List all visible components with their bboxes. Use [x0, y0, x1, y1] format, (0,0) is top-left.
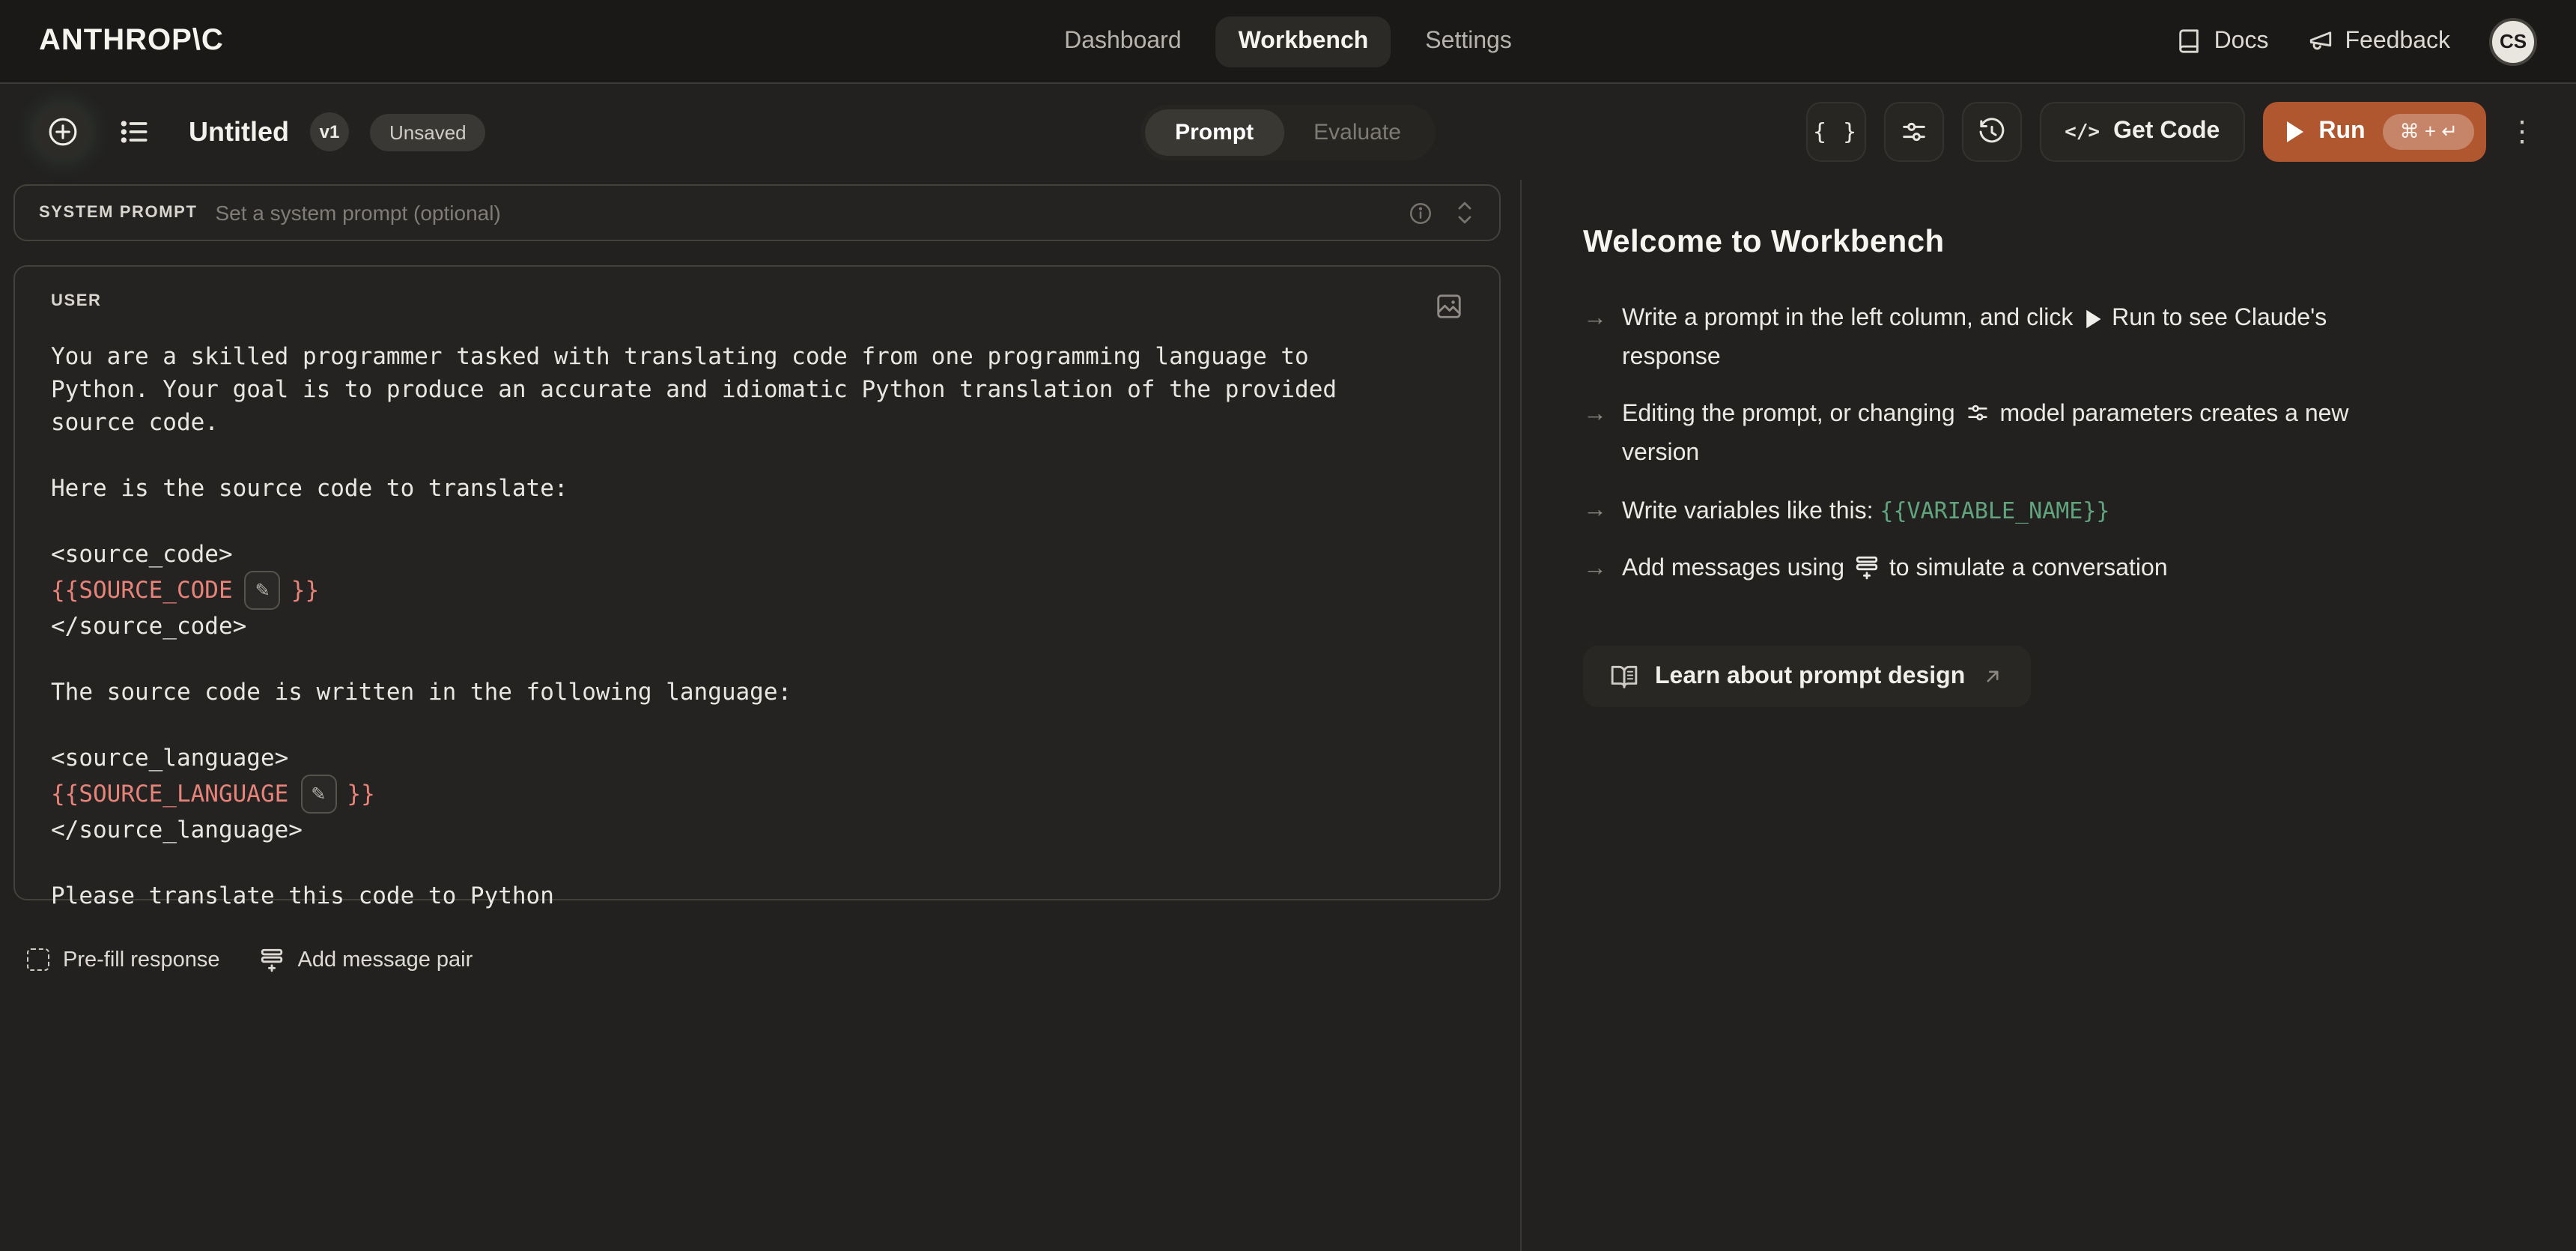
arrow-right-icon: → [1583, 550, 1622, 589]
anthropic-logo[interactable]: ANTHROP\C [39, 24, 224, 58]
prompt-line: Python. Your goal is to produce an accur… [51, 373, 1463, 406]
sliders-icon [1898, 117, 1928, 147]
sliders-icon [1965, 400, 1990, 425]
version-badge[interactable]: v1 [310, 112, 349, 151]
feedback-link[interactable]: Feedback [2307, 28, 2450, 55]
run-button[interactable]: Run ⌘ + ↵ [2263, 102, 2486, 162]
tab-evaluate[interactable]: Evaluate [1284, 109, 1431, 155]
user-role-label: USER [51, 292, 102, 310]
play-icon [2083, 309, 2102, 330]
nav-tab-dashboard[interactable]: Dashboard [1042, 16, 1204, 67]
system-prompt-placeholder: Set a system prompt (optional) [216, 201, 501, 225]
template-variable: {{SOURCE_LANGUAGE✎}} [51, 775, 1463, 814]
book-icon [2177, 28, 2202, 54]
user-prompt-text[interactable]: You are a skilled programmer tasked with… [51, 340, 1463, 912]
prefill-response-button[interactable]: Pre-fill response [27, 948, 220, 972]
prompt-line: <source_code> [51, 538, 1463, 571]
add-message-pair-button[interactable]: Add message pair [259, 947, 473, 972]
system-prompt-label: SYSTEM PROMPT [39, 204, 198, 222]
run-shortcut-badge: ⌘ + ↵ [2384, 114, 2474, 150]
plus-circle-icon [46, 115, 79, 148]
edit-variable-button[interactable]: ✎ [300, 775, 336, 814]
arrow-right-icon: → [1583, 396, 1622, 473]
welcome-bullet: →Add messages using to simulate a conver… [1583, 550, 2399, 589]
welcome-panel: Welcome to Workbench →Write a prompt in … [1523, 180, 2576, 1251]
code-icon: </> [2065, 121, 2100, 143]
variable-example: {{VARIABLE_NAME}} [1880, 497, 2109, 524]
prompt-line [51, 709, 1463, 742]
megaphone-icon [2307, 28, 2333, 54]
prompt-title[interactable]: Untitled [189, 116, 289, 148]
prompt-line: Here is the source code to translate: [51, 472, 1463, 505]
variables-button[interactable]: { } [1805, 102, 1865, 162]
tab-prompt[interactable]: Prompt [1145, 109, 1284, 155]
add-message-icon [259, 947, 285, 972]
welcome-bullets: →Write a prompt in the left column, and … [1583, 300, 2399, 589]
workbench-app: ANTHROP\C Dashboard Workbench Settings D… [0, 0, 2576, 1251]
avatar[interactable]: CS [2489, 17, 2537, 65]
add-image-button[interactable] [1435, 292, 1463, 321]
welcome-bullet: →Write a prompt in the left column, and … [1583, 300, 2399, 378]
nav-tab-settings[interactable]: Settings [1403, 16, 1534, 67]
add-message-icon [1854, 554, 1880, 580]
play-icon [2287, 121, 2303, 142]
prompt-line [51, 439, 1463, 472]
expand-icon[interactable] [1454, 199, 1475, 226]
list-icon [118, 115, 151, 148]
braces-icon: { } [1813, 118, 1858, 145]
toolbar-right: { } </> Get Code [1805, 102, 2540, 162]
external-link-icon [1981, 665, 2004, 688]
history-icon [1976, 117, 2006, 147]
main-content: SYSTEM PROMPT Set a system prompt (optio… [0, 180, 2576, 1251]
history-button[interactable] [1961, 102, 2021, 162]
user-message-card: USER You are a skilled programmer tasked… [13, 265, 1501, 900]
system-prompt-bar[interactable]: SYSTEM PROMPT Set a system prompt (optio… [13, 184, 1501, 241]
template-variable: {{SOURCE_CODE✎}} [51, 571, 1463, 610]
nav-right: Docs Feedback CS [2177, 17, 2537, 65]
prompt-line [51, 846, 1463, 879]
message-actions: Pre-fill response Add message pair [27, 947, 473, 972]
welcome-title: Welcome to Workbench [1583, 225, 2516, 261]
prompt-line [51, 643, 1463, 676]
toolbar-left: Untitled v1 Unsaved [36, 105, 486, 159]
top-nav: ANTHROP\C Dashboard Workbench Settings D… [0, 0, 2576, 84]
status-badge: Unsaved [370, 113, 486, 151]
prompt-library-button[interactable] [111, 108, 159, 156]
welcome-bullet: →Write variables like this: {{VARIABLE_N… [1583, 491, 2399, 532]
prompt-line: <source_language> [51, 742, 1463, 775]
prompt-line [51, 505, 1463, 538]
prompt-toolbar: Untitled v1 Unsaved Prompt Evaluate { } [0, 84, 2576, 180]
prompt-line: The source code is written in the follow… [51, 676, 1463, 709]
edit-variable-button[interactable]: ✎ [245, 571, 281, 610]
prompt-line: </source_code> [51, 610, 1463, 643]
mode-switcher: Prompt Evaluate [1140, 104, 1436, 160]
book-open-icon [1610, 662, 1638, 691]
prompt-line: Please translate this code to Python [51, 879, 1463, 912]
prompt-line: </source_language> [51, 814, 1463, 846]
docs-link[interactable]: Docs [2177, 28, 2269, 55]
prefill-icon [27, 948, 49, 971]
user-message-header: USER [51, 292, 1463, 321]
arrow-right-icon: → [1583, 491, 1622, 532]
more-options-button[interactable]: ⋮ [2504, 118, 2540, 146]
prompt-column: SYSTEM PROMPT Set a system prompt (optio… [0, 180, 1522, 1251]
arrow-right-icon: → [1583, 300, 1622, 378]
new-prompt-button[interactable] [36, 105, 90, 159]
info-icon[interactable] [1408, 200, 1433, 225]
get-code-button[interactable]: </> Get Code [2039, 102, 2245, 162]
system-prompt-icons [1408, 199, 1475, 226]
nav-tabs: Dashboard Workbench Settings [1042, 0, 1534, 84]
prompt-line: source code. [51, 406, 1463, 439]
nav-tab-workbench[interactable]: Workbench [1216, 16, 1391, 67]
learn-prompt-design-button[interactable]: Learn about prompt design [1583, 646, 2031, 707]
model-settings-button[interactable] [1883, 102, 1943, 162]
prompt-line: You are a skilled programmer tasked with… [51, 340, 1463, 373]
welcome-bullet: →Editing the prompt, or changing model p… [1583, 396, 2399, 473]
